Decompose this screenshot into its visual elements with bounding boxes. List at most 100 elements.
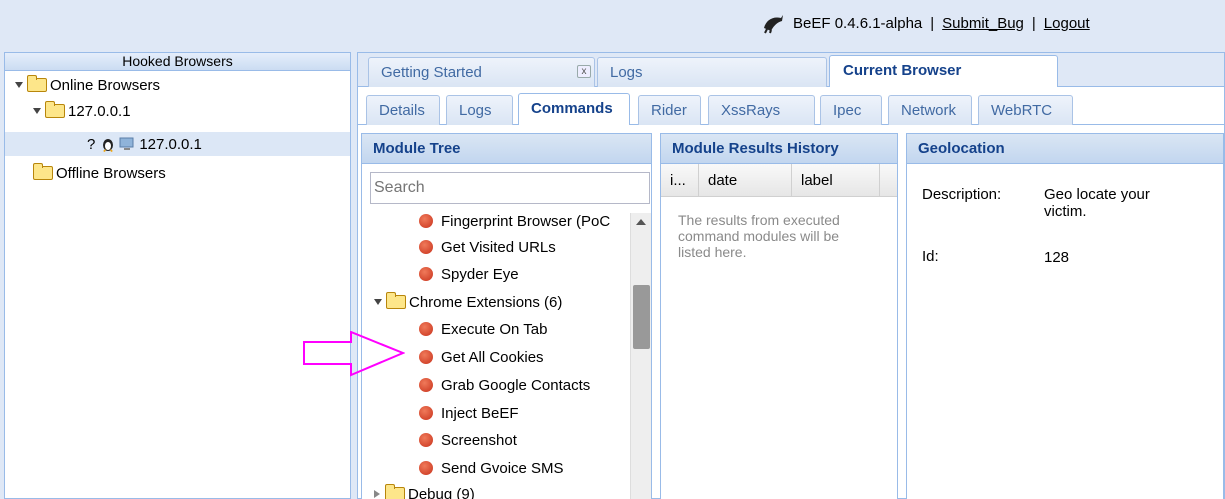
tab-getting-started-label: Getting Started [381,64,482,81]
top-bar: BeEF 0.4.6.1-alpha | Submit_Bug | Logout [0,0,1225,46]
expand-arrow-icon[interactable] [374,490,380,498]
module-tree-panel: Module Tree Fingerprint Browser (PoC Get… [361,133,652,499]
module-item[interactable]: Fingerprint Browser (PoC [419,209,610,233]
tab-sub-logs-label: Logs [459,102,492,119]
folder-icon [27,75,47,92]
geolocation-panel: Geolocation Description: Geo locate your… [906,133,1224,499]
tab-webrtc-label: WebRTC [991,102,1053,119]
hooked-browsers-title: Hooked Browsers [5,53,350,71]
tab-ipec[interactable]: Ipec [820,95,882,125]
hooked-browser-entry[interactable]: ? 127.0.0.1 [5,132,350,156]
module-label: Inject BeEF [441,404,519,422]
scrollbar-thumb[interactable] [633,285,650,349]
id-value: 128 [1044,249,1070,266]
scroll-up-icon[interactable] [636,219,646,225]
module-item[interactable]: Get Visited URLs [419,235,556,259]
module-label: Get Visited URLs [441,238,556,256]
column-header-id[interactable]: i... [661,164,699,197]
linux-tux-icon [103,139,114,152]
module-dot-icon [419,433,433,447]
module-label: Execute On Tab [441,320,548,338]
geolocation-title: Geolocation [907,134,1223,164]
app-version: 0.4.6.1-alpha [834,14,923,32]
tab-rider-label: Rider [651,102,687,119]
tab-commands[interactable]: Commands [518,93,630,125]
module-item[interactable]: Grab Google Contacts [419,373,590,397]
expand-arrow-icon[interactable] [33,108,41,114]
column-header-date[interactable]: date [699,164,792,197]
module-search-input[interactable] [370,172,650,204]
folder-icon [33,163,53,180]
results-empty-message: The results from executed command module… [678,212,840,260]
module-results-history-panel: Module Results History i... date label T… [660,133,898,499]
tab-webrtc[interactable]: WebRTC [978,95,1073,125]
module-dot-icon [419,240,433,254]
module-dot-icon [419,322,433,336]
folder-icon [386,292,406,309]
module-dot-icon [419,267,433,281]
module-dot-icon [419,378,433,392]
tab-current-browser[interactable]: Current Browser [829,55,1058,87]
tab-getting-started[interactable]: Getting Started x [368,57,595,87]
hooked-browsers-panel: Hooked Browsers Online Browsers 127.0.0.… [4,52,351,499]
tab-logs-label: Logs [610,64,643,81]
tab-current-browser-label: Current Browser [843,62,962,79]
module-item[interactable]: Screenshot [419,428,517,452]
results-grid-header: i... date label [661,164,897,197]
expand-arrow-icon[interactable] [15,82,23,88]
computer-icon [119,137,134,150]
description-label: Description: [922,186,1002,203]
online-browsers-label: Online Browsers [50,76,161,94]
module-dot-icon [419,214,433,228]
brand: BeEF 0.4.6.1-alpha | Submit_Bug | Logout [761,8,1090,38]
module-category-chrome-extensions[interactable]: Chrome Extensions (6) [374,290,562,314]
id-label: Id: [922,248,939,265]
module-tree-title: Module Tree [362,134,651,164]
module-label: Send Gvoice SMS [441,459,564,477]
hooked-browser-label: 127.0.0.1 [139,135,202,153]
tree-node-offline-browsers[interactable]: Offline Browsers [33,161,166,185]
logout-link[interactable]: Logout [1044,15,1090,32]
module-item[interactable]: Inject BeEF [419,401,519,425]
main-panel: Getting Started x Logs Current Browser D… [357,52,1225,499]
folder-icon [385,484,405,499]
separator: | [1031,14,1036,32]
category-label: Debug (9) [408,485,475,499]
offline-browsers-label: Offline Browsers [56,164,166,182]
module-item-get-all-cookies[interactable]: Get All Cookies [419,345,544,369]
module-tree-scrollbar[interactable] [630,213,651,499]
module-item[interactable]: Spyder Eye [419,262,519,286]
tab-ipec-label: Ipec [833,102,862,119]
module-category-debug[interactable]: Debug (9) [374,482,475,499]
module-label: Fingerprint Browser (PoC [441,212,611,230]
tab-xssrays[interactable]: XssRays [708,95,815,125]
module-label: Get All Cookies [441,348,544,366]
tab-rider[interactable]: Rider [638,95,701,125]
tab-network-label: Network [901,102,957,119]
module-dot-icon [419,350,433,364]
results-history-title: Module Results History [661,134,897,164]
host-group-label: 127.0.0.1 [68,102,131,120]
tab-logs[interactable]: Logs [597,57,827,87]
module-item[interactable]: Send Gvoice SMS [419,456,564,480]
expand-arrow-icon[interactable] [374,299,382,305]
main-tab-strip: Getting Started x Logs Current Browser [358,53,1224,87]
app-name: BeEF [793,14,831,32]
close-icon[interactable]: x [577,65,591,78]
module-label: Spyder Eye [441,265,519,283]
submit-bug-link[interactable]: Submit_Bug [942,15,1024,32]
tab-sub-logs[interactable]: Logs [446,95,513,125]
tab-details[interactable]: Details [366,95,440,125]
folder-icon [45,101,65,118]
module-item[interactable]: Execute On Tab [419,317,547,341]
description-value: Geo locate your victim. [1044,186,1150,220]
unknown-browser-icon: ? [87,135,96,153]
tree-node-host-group[interactable]: 127.0.0.1 [33,99,131,123]
pink-arrow-annotation [303,331,405,377]
column-header-label[interactable]: label [792,164,880,197]
tab-xssrays-label: XssRays [721,102,781,119]
separator: | [930,14,935,32]
tree-node-online-browsers[interactable]: Online Browsers [15,73,160,97]
tab-network[interactable]: Network [888,95,972,125]
module-dot-icon [419,461,433,475]
